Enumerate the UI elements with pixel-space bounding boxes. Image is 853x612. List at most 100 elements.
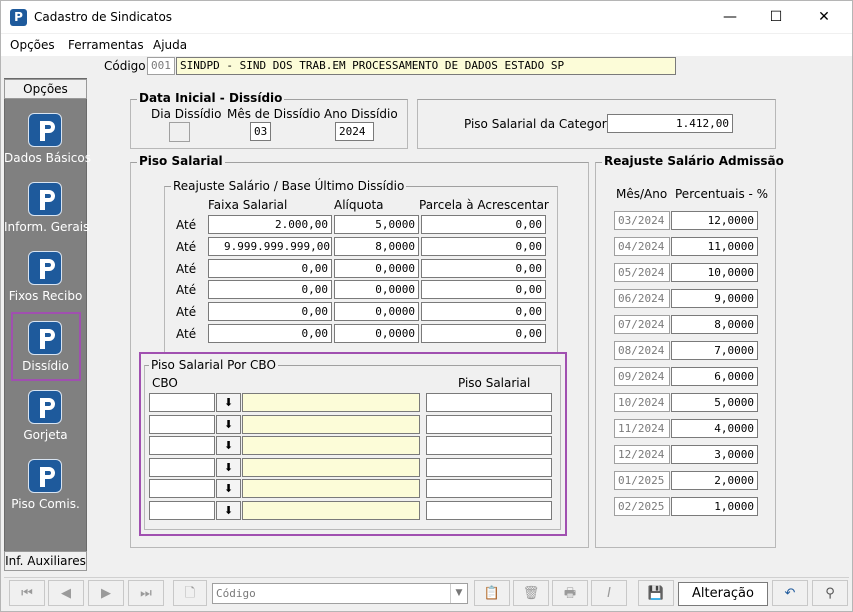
parcela-field[interactable]: 0,00 xyxy=(421,237,546,256)
dropdown-arrow-icon[interactable]: ▼ xyxy=(450,584,467,603)
faixa-salarial-field[interactable]: 2.000,00 xyxy=(208,215,332,234)
sidebar-item-dissidio[interactable]: Dissídio xyxy=(4,321,87,389)
percentual-field[interactable]: 6,0000 xyxy=(671,367,758,386)
faixa-salarial-field[interactable]: 0,00 xyxy=(208,259,332,278)
cbo-header: CBO xyxy=(152,376,178,390)
parcela-field[interactable]: 0,00 xyxy=(421,324,546,343)
percentual-field[interactable]: 7,0000 xyxy=(671,341,758,360)
menu-ajuda[interactable]: Ajuda xyxy=(153,38,187,52)
cbo-description-field[interactable] xyxy=(242,436,420,455)
faixa-salarial-field[interactable]: 0,00 xyxy=(208,280,332,299)
new-document-icon[interactable]: 🗋 xyxy=(173,580,207,606)
mes-ano-field: 04/2024 xyxy=(614,237,670,256)
parcela-field[interactable]: 0,00 xyxy=(421,259,546,278)
piso-categoria-field[interactable]: 1.412,00 xyxy=(607,114,733,133)
cbo-field[interactable] xyxy=(149,458,215,477)
percentual-field[interactable]: 12,0000 xyxy=(671,211,758,230)
first-record-icon[interactable]: ⏮ xyxy=(9,580,45,606)
aliquota-field[interactable]: 0,0000 xyxy=(334,280,419,299)
download-icon[interactable]: ⬇ xyxy=(216,436,241,455)
cbo-description-field[interactable] xyxy=(242,479,420,498)
percentual-field[interactable]: 4,0000 xyxy=(671,419,758,438)
mes-ano-field: 08/2024 xyxy=(614,341,670,360)
menu-ferramentas[interactable]: Ferramentas xyxy=(68,38,144,52)
cbo-piso-field[interactable] xyxy=(426,415,552,434)
delete-icon[interactable]: 🗑 xyxy=(513,580,549,606)
next-record-icon[interactable]: ▶ xyxy=(88,580,124,606)
percentual-field[interactable]: 11,0000 xyxy=(671,237,758,256)
mes-ano-field: 12/2024 xyxy=(614,445,670,464)
binoculars-icon[interactable]: ⚲ xyxy=(812,580,848,606)
title-bar: P Cadastro de Sindicatos — ☐ ✕ xyxy=(1,1,852,33)
print-icon[interactable]: 🖶 xyxy=(552,580,588,606)
close-button[interactable]: ✕ xyxy=(801,1,847,33)
aliquota-field[interactable]: 8,0000 xyxy=(334,237,419,256)
mes-ano-field: 03/2024 xyxy=(614,211,670,230)
cbo-description-field[interactable] xyxy=(242,415,420,434)
codigo-code-field[interactable]: 001 xyxy=(147,57,175,75)
menu-bar: Opções Ferramentas Ajuda xyxy=(1,34,852,56)
cbo-field[interactable] xyxy=(149,393,215,412)
minimize-button[interactable]: — xyxy=(707,1,753,33)
cbo-piso-field[interactable] xyxy=(426,501,552,520)
download-icon[interactable]: ⬇ xyxy=(216,458,241,477)
search-code-field[interactable]: Código xyxy=(212,583,468,604)
sidebar-item-inform-gerais[interactable]: Inform. Gerais xyxy=(4,182,89,250)
codigo-name-field[interactable]: SINDPD - SIND DOS TRAB.EM PROCESSAMENTO … xyxy=(176,57,676,75)
ano-dissidio-field[interactable]: 2024 xyxy=(335,122,374,141)
aliquota-field[interactable]: 0,0000 xyxy=(334,259,419,278)
download-icon[interactable]: ⬇ xyxy=(216,415,241,434)
aliquota-field[interactable]: 5,0000 xyxy=(334,215,419,234)
percentual-field[interactable]: 10,0000 xyxy=(671,263,758,282)
sidebar-item-fixos-recibo[interactable]: Fixos Recibo xyxy=(4,251,87,319)
italic-icon[interactable]: I xyxy=(591,580,627,606)
percentual-field[interactable]: 9,0000 xyxy=(671,289,758,308)
cbo-field[interactable] xyxy=(149,415,215,434)
sidebar-item-dados-basicos[interactable]: Dados Básicos xyxy=(4,113,91,181)
aliquota-field[interactable]: 0,0000 xyxy=(334,302,419,321)
prev-record-icon[interactable]: ◀ xyxy=(48,580,84,606)
cbo-piso-field[interactable] xyxy=(426,479,552,498)
percentual-field[interactable]: 1,0000 xyxy=(671,497,758,516)
sidebar-item-gorjeta[interactable]: Gorjeta xyxy=(4,390,87,458)
sidebar-footer-tab[interactable]: Inf. Auxiliares xyxy=(4,551,87,571)
piso-categoria-label: Piso Salarial da Categoria: xyxy=(464,117,622,131)
ate-label: Até xyxy=(176,240,197,254)
save-icon[interactable]: 💾 xyxy=(638,580,674,606)
undo-icon[interactable]: ↶ xyxy=(772,580,808,606)
cbo-piso-field[interactable] xyxy=(426,458,552,477)
percentual-field[interactable]: 5,0000 xyxy=(671,393,758,412)
cbo-description-field[interactable] xyxy=(242,393,420,412)
faixa-salarial-field[interactable]: 0,00 xyxy=(208,302,332,321)
sidebar-header[interactable]: Opções xyxy=(4,79,87,99)
aliquota-field[interactable]: 0,0000 xyxy=(334,324,419,343)
percentual-field[interactable]: 2,0000 xyxy=(671,471,758,490)
cbo-field[interactable] xyxy=(149,501,215,520)
ate-label: Até xyxy=(176,262,197,276)
percentual-field[interactable]: 3,0000 xyxy=(671,445,758,464)
download-icon[interactable]: ⬇ xyxy=(216,501,241,520)
dia-dissidio-field[interactable] xyxy=(169,122,190,142)
sidebar-item-piso-comis[interactable]: Piso Comis. xyxy=(4,459,87,527)
faixa-salarial-field[interactable]: 0,00 xyxy=(208,324,332,343)
cbo-field[interactable] xyxy=(149,479,215,498)
p-logo-icon xyxy=(28,321,62,355)
cbo-piso-field[interactable] xyxy=(426,436,552,455)
parcela-field[interactable]: 0,00 xyxy=(421,215,546,234)
cbo-field[interactable] xyxy=(149,436,215,455)
cbo-piso-field[interactable] xyxy=(426,393,552,412)
percentual-field[interactable]: 8,0000 xyxy=(671,315,758,334)
maximize-button[interactable]: ☐ xyxy=(753,1,799,33)
mes-dissidio-field[interactable]: 03 xyxy=(250,122,271,141)
menu-opcoes[interactable]: Opções xyxy=(10,38,55,52)
parcela-field[interactable]: 0,00 xyxy=(421,302,546,321)
download-icon[interactable]: ⬇ xyxy=(216,479,241,498)
faixa-salarial-field[interactable]: 9.999.999.999,00 xyxy=(208,237,332,256)
cbo-description-field[interactable] xyxy=(242,458,420,477)
cbo-description-field[interactable] xyxy=(242,501,420,520)
mes-ano-field: 01/2025 xyxy=(614,471,670,490)
last-record-icon[interactable]: ⏭ xyxy=(128,580,164,606)
download-icon[interactable]: ⬇ xyxy=(216,393,241,412)
copy-icon[interactable]: 📋 xyxy=(474,580,510,606)
parcela-field[interactable]: 0,00 xyxy=(421,280,546,299)
